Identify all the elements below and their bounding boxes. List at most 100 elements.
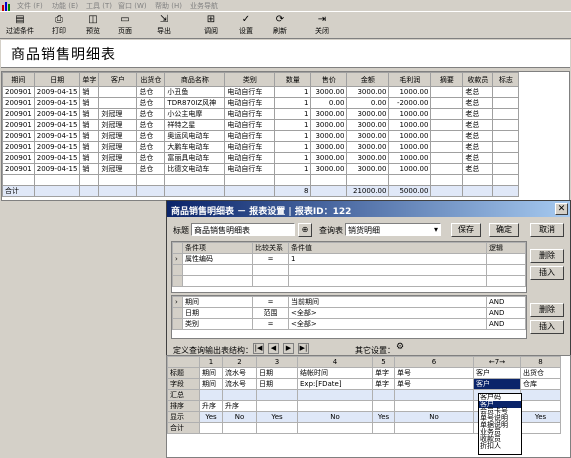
column-header[interactable]: 毛利润 (388, 72, 432, 87)
structure-cell[interactable]: Yes (199, 411, 223, 423)
structure-cell[interactable] (520, 422, 561, 434)
structure-cell[interactable]: No (222, 411, 257, 423)
structure-cell[interactable]: 期间 (199, 367, 223, 379)
structure-cell[interactable] (394, 422, 474, 434)
structure-cell[interactable]: 日期 (256, 378, 298, 390)
structure-cell[interactable]: 流水号 (222, 378, 257, 390)
structure-cell[interactable]: Yes (256, 411, 298, 423)
lookup-button[interactable]: ⊞ 调阅 (194, 14, 228, 38)
structure-cell[interactable] (394, 389, 474, 401)
menu-file[interactable]: 文件 (F) (17, 1, 43, 11)
column-header[interactable]: 收款员 (462, 72, 494, 87)
table-row[interactable]: 200901 2009-04-15 销刘冠理 总仓 小公主电摩 电动自行车 1 3000.00… (2, 108, 520, 120)
column-header[interactable]: 类别 (224, 72, 276, 87)
menu-window[interactable]: 窗口 (W) (118, 1, 147, 11)
settings-button[interactable]: ✓ 设置 (229, 14, 263, 38)
column-header[interactable]: 售价 (310, 72, 348, 87)
structure-cell[interactable] (256, 400, 298, 412)
structure-cell[interactable] (256, 389, 298, 401)
delete-filter-button[interactable]: 删除 (530, 303, 564, 317)
column-header[interactable]: 客户 (98, 72, 138, 87)
delete-condition-button[interactable]: 删除 (530, 249, 564, 263)
ok-button[interactable]: 确定 (489, 223, 519, 237)
prev-column-icon[interactable]: ◀ (268, 343, 279, 354)
export-button[interactable]: ⇲ 导出 (147, 14, 181, 38)
last-column-icon[interactable]: ▶| (298, 343, 309, 354)
refresh-button[interactable]: ⟳ 刷新 (263, 14, 297, 38)
cancel-button[interactable]: 取消 (530, 223, 564, 237)
structure-cell[interactable]: 单字 (372, 367, 395, 379)
table-row[interactable]: 200901 2009-04-15 销总仓 TDR870IZ风神 电动自行车 1 0.00 0… (2, 97, 520, 109)
close-button[interactable]: ⇥ 关闭 (305, 14, 339, 38)
structure-cell[interactable] (256, 422, 298, 434)
structure-cell[interactable]: 结帐时间 (297, 367, 373, 379)
menu-tools[interactable]: 工具 (T) (86, 1, 112, 11)
filter-grid[interactable]: › 期间 = 当前期间 AND 日期 范围 <全部> AND 类别 = <全部>… (171, 295, 527, 339)
table-row[interactable]: 200901 2009-04-15 销刘冠理 总仓 大鹏车电动车 电动自行车 1 3000.0… (2, 141, 520, 153)
structure-cell[interactable]: 单号 (394, 378, 474, 390)
structure-cell[interactable] (372, 389, 395, 401)
menu-nav[interactable]: 业务导航 (190, 1, 218, 11)
query-select[interactable]: 销货明细 ▾ (345, 223, 441, 236)
structure-cell[interactable]: 期间 (199, 378, 223, 390)
structure-cell[interactable] (297, 422, 373, 434)
structure-cell[interactable] (199, 389, 223, 401)
structure-cell[interactable]: 客户 (473, 378, 521, 390)
structure-cell[interactable]: 仓库 (520, 378, 561, 390)
table-row[interactable]: › 属性编码 = 1 (172, 253, 526, 265)
structure-cell[interactable]: 单号 (394, 367, 474, 379)
structure-cell[interactable]: Yes (372, 411, 395, 423)
column-header[interactable]: 商品名称 (164, 72, 226, 87)
other-settings-icon[interactable]: ⚙ (393, 342, 407, 354)
dialog-close-icon[interactable]: ✕ (555, 203, 568, 215)
column-header[interactable]: 金额 (346, 72, 390, 87)
structure-cell[interactable] (520, 400, 561, 412)
structure-cell[interactable] (372, 400, 395, 412)
column-header[interactable]: 标志 (492, 72, 520, 87)
column-header[interactable]: 出货仓 (136, 72, 166, 87)
column-header[interactable]: 数量 (274, 72, 312, 87)
structure-cell[interactable]: 升序 (199, 400, 223, 412)
structure-cell[interactable]: Yes (520, 411, 561, 423)
structure-cell[interactable] (199, 422, 223, 434)
menu-function[interactable]: 功能 (E) (52, 1, 78, 11)
table-row[interactable]: 200901 2009-04-15 销刘冠理 总仓 奥运风电动车 电动自行车 1 3000.0… (2, 130, 520, 142)
table-row[interactable]: 200901 2009-04-15 销刘冠理 总仓 祥特之星 电动自行车 1 3000.00 3… (2, 119, 520, 131)
condition-grid[interactable]: 条件项 比较关系 条件值 逻辑 › 属性编码 = 1 (171, 241, 527, 293)
dropdown-option[interactable]: 折扣人 (479, 443, 521, 450)
structure-cell[interactable] (222, 422, 257, 434)
structure-cell[interactable]: 流水号 (222, 367, 257, 379)
column-header[interactable]: 单字 (79, 72, 100, 87)
structure-cell[interactable] (297, 389, 373, 401)
table-row[interactable]: › 期间 = 当前期间 AND (172, 296, 526, 308)
first-column-icon[interactable]: |◀ (253, 343, 264, 354)
structure-cell[interactable]: 单字 (372, 378, 395, 390)
table-row[interactable]: 200901 2009-04-15 销总仓 小丑鱼 电动自行车 1 3000.00 3000.… (2, 86, 520, 98)
title-picker-icon[interactable]: ⊕ (298, 223, 312, 237)
table-row[interactable]: 类别 = <全部> AND (172, 318, 526, 330)
menu-help[interactable]: 帮助 (H) (155, 1, 182, 11)
structure-cell[interactable]: 客户 (473, 367, 521, 379)
filter-button[interactable]: ▤ 过滤条件 (3, 14, 37, 38)
print-button[interactable]: ⎙ 打印 (42, 14, 76, 38)
structure-cell[interactable]: 日期 (256, 367, 298, 379)
structure-cell[interactable] (520, 389, 561, 401)
structure-cell[interactable]: No (297, 411, 373, 423)
next-column-icon[interactable]: ▶ (283, 343, 294, 354)
structure-cell[interactable] (372, 422, 395, 434)
column-header[interactable]: 日期 (33, 72, 81, 87)
report-grid[interactable]: 期间 日期 单字 客户 出货仓 商品名称 类别 数量 售价 金额 毛利润 摘要 收款员 标志 200901… (1, 71, 570, 201)
field-dropdown-list[interactable]: 客户码 客户 会员卡号 单号说明 单据说明 业务员 收款员 折扣人 (478, 393, 522, 455)
column-header[interactable]: 期间 (2, 72, 35, 87)
page-button[interactable]: ▭ 页面 (108, 14, 142, 38)
table-row[interactable]: 200901 2009-04-15 销刘冠理 总仓 比德文电动车 电动自行车 1 3000.0… (2, 163, 520, 175)
column-header[interactable]: 摘要 (430, 72, 464, 87)
structure-cell[interactable]: No (394, 411, 474, 423)
save-button[interactable]: 保存 (451, 223, 481, 237)
table-row[interactable]: 日期 范围 <全部> AND (172, 307, 526, 319)
structure-cell[interactable] (297, 400, 373, 412)
structure-cell[interactable]: 升序 (222, 400, 257, 412)
insert-filter-button[interactable]: 插入 (530, 320, 564, 334)
structure-cell[interactable]: Exp:[FDate] (297, 378, 373, 390)
table-row[interactable]: 200901 2009-04-15 销刘冠理 总仓 富丽具电动车 电动自行车 1 3000.0… (2, 152, 520, 164)
